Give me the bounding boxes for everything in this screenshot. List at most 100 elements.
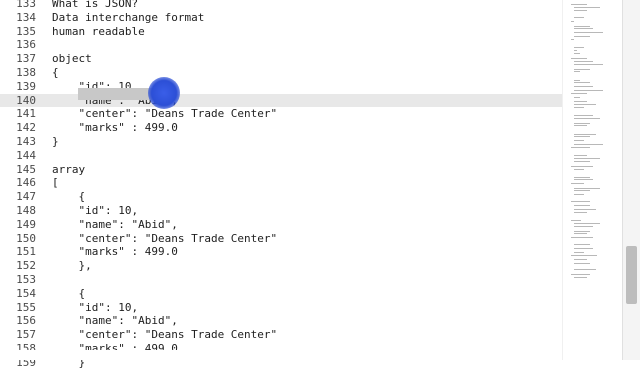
code-line[interactable]: 155 "id": 10, [0,301,562,315]
code-line[interactable]: 149 "name": "Abid", [0,218,562,232]
minimap-line [574,96,581,98]
code-line[interactable]: 156 "name": "Abid", [0,314,562,328]
code-line[interactable]: 152 }, [0,259,562,273]
minimap-line [574,258,587,260]
minimap-line [574,68,590,70]
code-line[interactable]: 151 "marks" : 499.0 [0,245,562,259]
line-number: 155 [16,300,36,314]
code-text[interactable]: Data interchange format [52,11,204,25]
minimap-line [574,114,594,116]
code-text[interactable]: "center": "Deans Trade Center" [52,328,277,342]
minimap-line [574,204,590,206]
line-number: 145 [16,162,36,176]
horizontal-scrollbar[interactable] [0,350,562,360]
code-line[interactable]: 144 [0,149,562,163]
line-number: 150 [16,231,36,245]
minimap-line [574,244,590,246]
code-line[interactable]: 143} [0,135,562,149]
code-text[interactable]: object [52,52,92,66]
code-text[interactable]: "id": 10, [52,204,138,218]
code-line[interactable]: 147 { [0,190,562,204]
code-text[interactable]: "center": "Deans Trade Center" [52,232,277,246]
minimap-line [574,233,587,235]
code-text[interactable]: "marks" : 499.0 [52,245,177,259]
minimap-line [574,122,590,124]
minimap-line [574,64,603,66]
minimap-line [574,82,590,84]
minimap-line [574,71,581,73]
code-line[interactable]: 154 { [0,287,562,301]
code-editor[interactable]: 133 What is JSON? 134 Data interchange form… [0,0,562,369]
line-number: 133 [16,0,36,10]
vertical-scrollbar[interactable] [622,0,640,360]
minimap-line [574,85,594,87]
code-line[interactable]: 153 [0,273,562,287]
minimap-line [571,183,584,184]
code-text[interactable]: "center": "Deans Trade Center" [52,107,277,121]
code-line[interactable]: 138 { [0,66,562,80]
code-text[interactable]: "name": "Abid", [52,218,177,232]
line-number: 139 [16,79,36,93]
code-line[interactable]: 142 "marks" : 499.0 [0,121,562,135]
minimap-line [574,247,594,249]
minimap-line [574,157,600,159]
minimap-line [571,21,575,22]
line-number: 157 [16,328,36,342]
minimap-line [574,36,590,38]
vertical-scrollbar-thumb[interactable] [626,246,637,304]
minimap-line [574,190,590,192]
code-text[interactable]: "id": 10, [52,301,138,315]
minimap-line [574,230,590,232]
minimap-line [574,222,600,224]
code-line[interactable]: 135 human readable [0,25,562,39]
code-line[interactable]: 145 array [0,163,562,177]
code-line[interactable]: 150 "center": "Deans Trade Center" [0,232,562,246]
code-line[interactable]: 137 object [0,52,562,66]
line-number: 149 [16,217,36,231]
minimap-line [574,263,590,265]
code-text[interactable]: { [52,190,85,204]
minimap-line [574,6,600,8]
line-number: 148 [16,204,36,217]
line-number: 144 [16,148,36,162]
minimap-line [574,187,600,189]
code-text[interactable]: } [52,135,59,149]
minimap-line [574,60,594,62]
code-text[interactable]: [ [52,176,59,190]
minimap-line [574,211,587,213]
line-number: 156 [16,314,36,328]
minimap-line [571,58,587,59]
code-line[interactable]: 133 What is JSON? [0,0,562,11]
code-line[interactable]: 136 [0,38,562,52]
line-number: 138 [16,66,36,79]
minimap-line [574,168,584,170]
code-line[interactable]: 141 "center": "Deans Trade Center" [0,107,562,121]
code-line[interactable]: 134 Data interchange format [0,11,562,25]
minimap-line [574,269,597,271]
code-text[interactable]: human readable [52,25,145,39]
line-number: 142 [16,121,36,135]
minimap-line [574,209,597,211]
minimap-line [574,252,584,254]
code-line[interactable]: 148 "id": 10, [0,204,562,218]
line-number: 153 [16,273,36,286]
line-number: 136 [16,38,36,52]
code-line[interactable]: 157 "center": "Deans Trade Center" [0,328,562,342]
minimap-line [571,4,587,5]
code-text[interactable]: array [52,163,85,177]
minimap[interactable] [562,0,623,360]
code-text[interactable]: }, [52,259,91,273]
code-line[interactable]: 146 [ [0,176,562,190]
minimap-line [574,90,603,92]
minimap-line [574,179,594,181]
minimap-line [574,176,590,178]
minimap-line [574,118,600,120]
minimap-line [574,25,590,27]
line-number: 143 [16,135,36,148]
code-text[interactable]: "marks" : 499.0 [52,121,177,135]
code-text[interactable]: What is JSON? [52,0,138,11]
code-text[interactable]: "name": "Abid", [52,314,177,328]
code-text[interactable]: { [52,287,85,301]
minimap-line [574,276,587,278]
code-text[interactable]: { [52,66,59,80]
